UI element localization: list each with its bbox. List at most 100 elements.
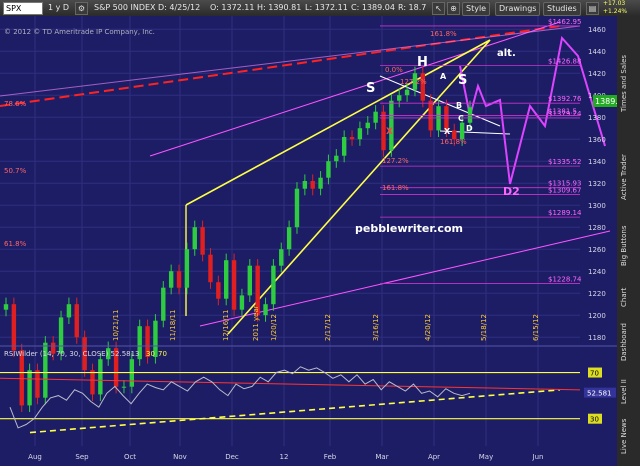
candle-body	[90, 370, 95, 395]
price-tick-label: 1200	[588, 312, 606, 320]
rsi-title: RSIWilder (14, 70, 30, CLOSE) 52.5813	[4, 350, 140, 358]
studies-button[interactable]: Studies	[543, 2, 581, 16]
candle-body	[341, 137, 347, 156]
tab-dashboard[interactable]: Dashboard	[620, 316, 636, 368]
zoom-icon[interactable]: ⊕	[447, 2, 460, 15]
pattern-label: C	[458, 114, 464, 123]
candle-body	[184, 249, 190, 288]
candle-body	[397, 95, 402, 101]
candle-body	[459, 122, 465, 140]
change-readout: +17.03	[603, 0, 626, 7]
price-tick-label: 1440	[588, 48, 606, 56]
date-readout: D: 4/25/12	[158, 3, 201, 12]
fib-label: 50.7%	[4, 167, 27, 175]
candle-body	[373, 111, 378, 123]
price-level-label: $1228.74	[548, 276, 582, 284]
drawings-button[interactable]: Drawings	[495, 2, 541, 16]
tab-chart[interactable]: Chart	[620, 284, 636, 310]
range-readout: R: 18.7	[398, 3, 427, 12]
fib-label: 61.8%	[4, 240, 27, 248]
price-tick-label: 1380	[588, 114, 606, 122]
price-level-label: $1462.95	[548, 18, 581, 26]
candle-body	[247, 265, 252, 296]
candle-body	[389, 100, 394, 151]
pattern-label: D	[466, 124, 473, 133]
time-tick-label: Oct	[124, 453, 136, 461]
candle-body	[11, 304, 17, 351]
tab-times-and-sales[interactable]: Times and Sales	[620, 46, 636, 120]
candle-body	[3, 304, 9, 310]
price-tick-label: 1220	[588, 290, 606, 298]
time-tick-label: Aug	[28, 453, 42, 461]
candle-body	[271, 265, 276, 305]
price-tick-label: 1460	[588, 26, 606, 34]
candle-body	[224, 260, 229, 299]
index-name: S&P 500 INDEX	[94, 3, 156, 12]
pattern-label: B	[456, 101, 462, 110]
cursor-icon[interactable]: ↖	[432, 2, 445, 15]
candle-body	[176, 271, 182, 288]
fib-label: 78.6%	[4, 100, 27, 108]
price-tick-label: 1420	[588, 70, 606, 78]
candle-body	[74, 304, 79, 338]
pattern-label: H	[417, 55, 428, 70]
candle-body	[208, 254, 213, 283]
date-label: 5/18/12	[480, 314, 488, 341]
settings-icon[interactable]: ▤	[586, 2, 599, 15]
style-button[interactable]: Style	[462, 2, 491, 16]
period-selector[interactable]: 1 y D	[48, 3, 69, 12]
candle-body	[294, 188, 300, 228]
high-readout: H: 1390.81	[257, 3, 302, 12]
candle-body	[286, 227, 292, 250]
pattern-label: A	[440, 72, 447, 81]
candle-body	[279, 249, 284, 266]
fib-label: 161.8%	[440, 138, 467, 146]
candle-body	[168, 271, 174, 288]
rsi-value-label: 52.581	[587, 390, 612, 398]
price-level-label: $1381.5	[548, 108, 577, 116]
candle-body	[326, 161, 331, 178]
chart-canvas: $1462.95$1426.88$1392.76$1379.24$1381.5$…	[0, 16, 617, 466]
tab-active-trader[interactable]: Active Trader	[620, 144, 636, 210]
price-tick-label: 1320	[588, 180, 606, 188]
gear-icon[interactable]: ⚙	[75, 2, 88, 15]
symbol-input[interactable]: SPX	[3, 2, 43, 15]
date-label: 10/21/11	[112, 310, 120, 341]
candle-body	[349, 137, 355, 140]
price-level-label: $1392.76	[548, 95, 582, 103]
fib-label: 161.8%	[382, 184, 409, 192]
right-sidebar: Times and Sales Active Trader Big Button…	[617, 16, 640, 466]
pattern-label: S	[366, 81, 375, 96]
price-level-label: $1335.52	[548, 158, 581, 166]
candle-body	[302, 181, 308, 189]
price-axis: 1460144014201400138013601340132013001280…	[588, 26, 606, 342]
candle-body	[231, 260, 237, 310]
tab-live-news[interactable]: Live News	[620, 416, 636, 456]
tab-level-ii[interactable]: Level II	[620, 374, 636, 410]
price-tick-label: 1360	[588, 136, 606, 144]
pattern-label: S	[458, 73, 467, 88]
candle-body	[98, 359, 103, 395]
copyright-note: © 2012 © TD Ameritrade IP Company, Inc.	[4, 28, 155, 36]
date-label: 12/16/11	[222, 310, 230, 341]
rsi-level-label: 30	[590, 416, 599, 424]
candle-body	[66, 304, 72, 318]
tab-big-buttons[interactable]: Big Buttons	[620, 216, 636, 276]
candle-body	[121, 386, 127, 388]
candle-body	[310, 181, 315, 189]
time-tick-label: Feb	[324, 453, 337, 461]
low-readout: L: 1372.11	[305, 3, 348, 12]
candle-body	[334, 155, 339, 162]
time-tick-label: 12	[280, 453, 289, 461]
date-label: 2/17/12	[324, 314, 332, 341]
price-tick-label: 1260	[588, 246, 606, 254]
rsi-level-label: 70	[590, 370, 599, 378]
time-tick-label: May	[479, 453, 493, 461]
time-tick-label: Apr	[428, 453, 440, 461]
price-tick-label: 1180	[588, 334, 606, 342]
chart-toolbar: SPX 1 y D ⚙ S&P 500 INDEX D: 4/25/12 O: …	[0, 0, 640, 17]
price-tick-label: 1340	[588, 158, 606, 166]
price-level-label: $1309.67	[548, 187, 581, 195]
price-level-label: $1289.14	[548, 209, 582, 217]
fib-label: 127.2%	[382, 157, 409, 165]
